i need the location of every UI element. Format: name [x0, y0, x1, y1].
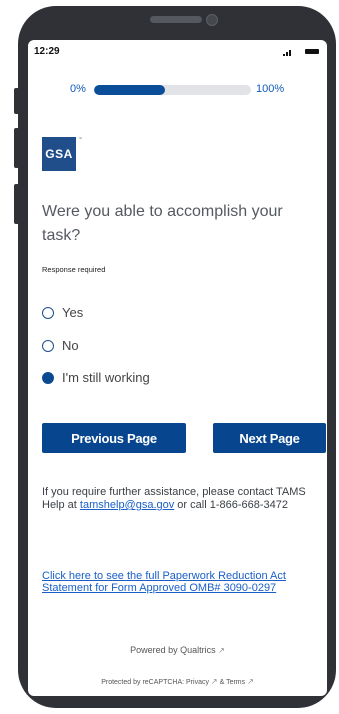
- battery-icon: [305, 49, 319, 54]
- external-link-icon: ↗: [218, 646, 225, 655]
- option-no[interactable]: No: [42, 338, 79, 353]
- option-label: No: [62, 338, 79, 353]
- phone-side-button: [14, 184, 19, 224]
- radio-button[interactable]: [42, 306, 54, 319]
- gsa-logo: GSA: [42, 137, 76, 171]
- option-yes[interactable]: Yes: [42, 305, 83, 320]
- recaptcha-notice: Protected by reCAPTCHA: Privacy ↗ & Term…: [101, 677, 254, 686]
- radio-button[interactable]: [42, 339, 54, 352]
- phone-side-button: [14, 88, 19, 114]
- phone-camera: [206, 14, 218, 26]
- option-still-working[interactable]: I'm still working: [42, 370, 150, 385]
- trademark-mark: ™: [78, 136, 82, 141]
- external-link-icon: ↗: [210, 677, 218, 686]
- phone-side-button: [14, 128, 19, 168]
- external-link-icon: ↗: [247, 677, 254, 686]
- option-label: Yes: [62, 305, 84, 320]
- privacy-link[interactable]: Privacy: [186, 679, 209, 686]
- phone-screen: 12:29 0% 100% GSA ™ Were you able to acc…: [28, 40, 327, 696]
- paperwork-link[interactable]: Click here to see the full Paperwork Red…: [42, 570, 302, 594]
- status-time: 12:29: [34, 46, 60, 57]
- next-page-button[interactable]: Next Page: [213, 423, 326, 453]
- help-email-link[interactable]: tamshelp@gsa.gov: [80, 499, 174, 511]
- powered-by-link[interactable]: Powered by Qualtrics: [130, 645, 216, 655]
- option-label: I'm still working: [62, 370, 150, 385]
- progress-bar-fill: [94, 85, 165, 95]
- phone-speaker: [150, 16, 202, 23]
- radio-button-selected[interactable]: [42, 371, 54, 384]
- previous-page-button[interactable]: Previous Page: [42, 423, 186, 453]
- question-text: Were you able to accomplish your task?: [42, 203, 283, 244]
- signal-icon: [283, 50, 291, 56]
- required-note: Response required: [42, 265, 106, 274]
- progress-bar: [94, 85, 251, 95]
- progress-min-label: 0%: [70, 83, 86, 95]
- help-text: If you require further assistance, pleas…: [42, 486, 306, 511]
- progress-max-label: 100%: [256, 83, 285, 95]
- terms-link[interactable]: Terms: [226, 679, 245, 686]
- powered-by: Powered by Qualtrics ↗: [28, 645, 327, 655]
